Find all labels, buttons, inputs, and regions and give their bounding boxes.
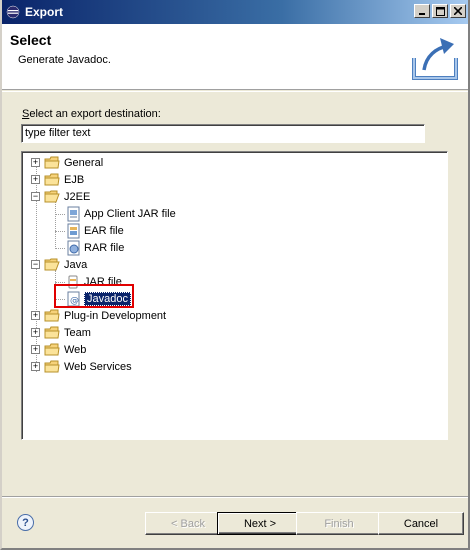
tree-item-label: RAR file [84,241,125,254]
header-separator [2,91,468,92]
expand-icon[interactable]: + [31,158,40,167]
tree-guide [55,231,65,232]
tree-item-ear-file[interactable]: EAR file [65,222,124,239]
tree-item-plugin-development[interactable]: + Plug-in Development [31,307,166,324]
rar-file-icon [67,240,80,255]
expand-icon[interactable]: + [31,311,40,320]
ear-file-icon [67,223,80,238]
tree-item-label: Team [64,326,91,339]
tree-item-app-client-jar[interactable]: App Client JAR file [65,205,176,222]
tree-item-label: App Client JAR file [84,207,176,220]
tree-item-ejb[interactable]: + EJB [31,171,84,188]
tree-item-label: Plug-in Development [64,309,167,322]
expand-icon[interactable]: + [31,362,40,371]
tree-item-label: EAR file [84,224,124,237]
selection-highlight-box [54,284,134,308]
folder-closed-icon [44,156,60,168]
filter-input[interactable]: type filter text [21,124,425,143]
window-title: Export [25,5,64,19]
export-wizard-icon [412,38,458,80]
folder-closed-icon [44,309,60,321]
expand-icon[interactable]: + [31,175,40,184]
collapse-icon[interactable]: − [31,192,40,201]
app-client-jar-icon [67,206,80,221]
tree-guide [55,202,56,247]
tree-guide [55,282,65,283]
page-description: Generate Javadoc. [18,54,111,66]
page-title: Select [10,32,52,48]
folder-open-icon [44,258,60,270]
tree-item-label: Java [64,258,88,271]
tree-item-label: General [64,156,104,169]
tree-item-java[interactable]: − Java [31,256,87,273]
maximize-button[interactable] [432,4,448,18]
next-button[interactable]: Next > [217,512,303,535]
folder-closed-icon [44,326,60,338]
tree-item-label: Web [64,343,87,356]
eclipse-icon [5,4,21,20]
tree-guide [55,248,65,249]
label-text: elect an export destination: [29,108,161,120]
folder-closed-icon [44,343,60,355]
help-icon[interactable]: ? [17,514,34,531]
cancel-button[interactable]: Cancel [378,512,464,535]
expand-icon[interactable]: + [31,345,40,354]
tree-item-rar-file[interactable]: RAR file [65,239,124,256]
tree-item-label: EJB [64,173,85,186]
folder-open-icon [44,190,60,202]
minimize-button[interactable] [414,4,430,18]
title-bar[interactable]: Export [2,0,468,24]
folder-closed-icon [44,360,60,372]
folder-closed-icon [44,173,60,185]
expand-icon[interactable]: + [31,328,40,337]
collapse-icon[interactable]: − [31,260,40,269]
tree-item-label: Web Services [64,360,132,373]
close-button[interactable] [450,4,466,18]
wizard-header: Select Generate Javadoc. [2,24,468,90]
footer-separator-light [2,497,468,498]
tree-item-web-services[interactable]: + Web Services [31,358,132,375]
export-dialog: Export Select Generate Javadoc. Select a… [0,0,470,550]
tree-guide [55,214,65,215]
tree-item-j2ee[interactable]: − J2EE [31,188,90,205]
finish-button[interactable]: Finish [296,512,382,535]
destination-label: Select an export destination: [22,108,161,120]
tree-item-team[interactable]: + Team [31,324,91,341]
tree-item-label: J2EE [64,190,91,203]
tree-item-general[interactable]: + General [31,154,103,171]
tree-item-web[interactable]: + Web [31,341,86,358]
